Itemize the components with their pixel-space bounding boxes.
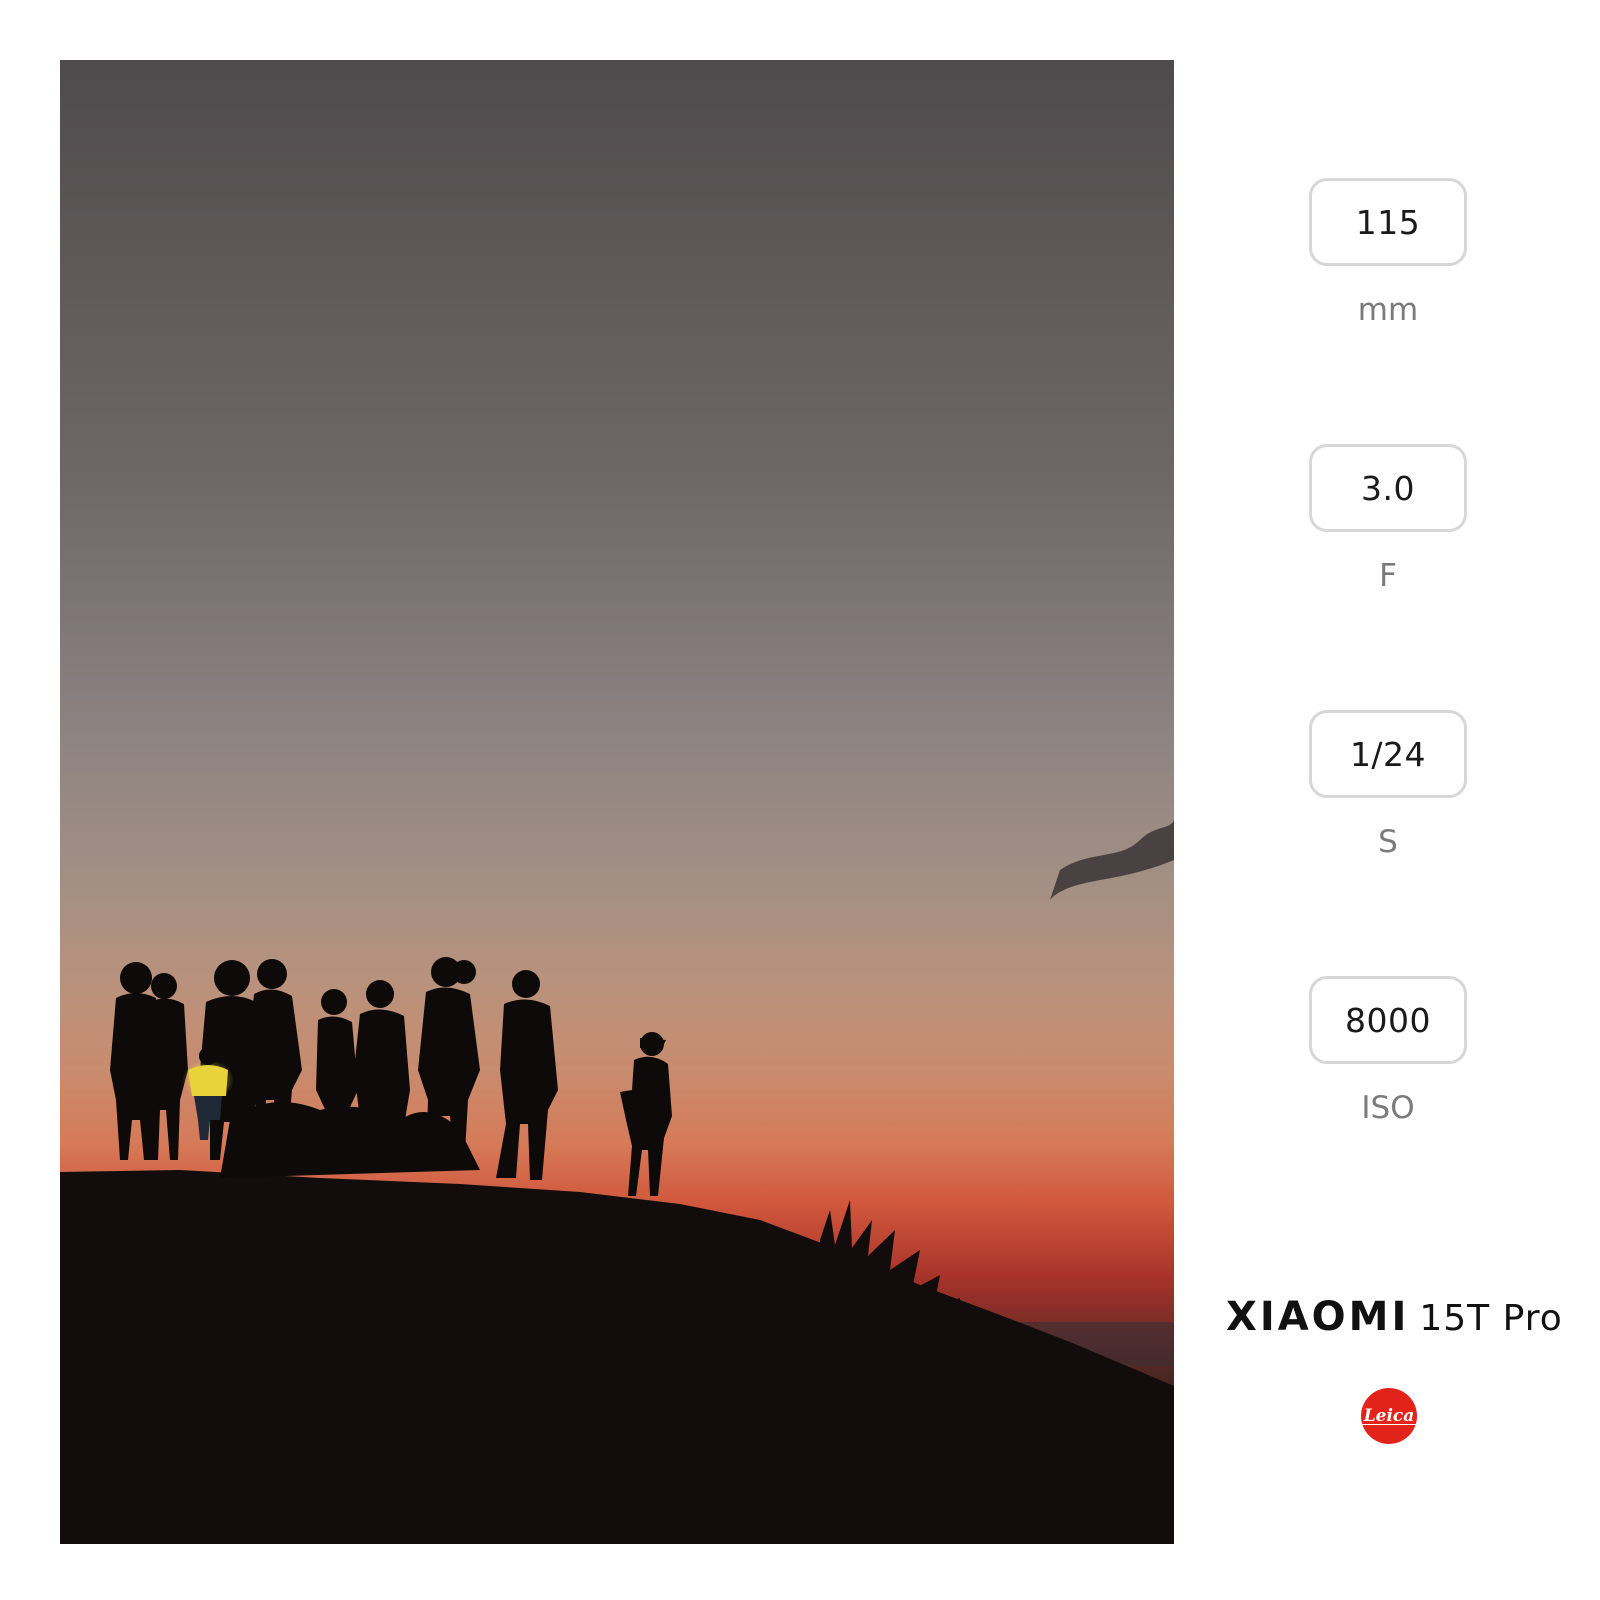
leica-logo-text: Leica (1361, 1406, 1416, 1426)
iso-value: 8000 (1309, 976, 1467, 1064)
shutter-value: 1/24 (1309, 710, 1467, 798)
leica-logo-icon: Leica (1361, 1388, 1417, 1444)
iso-unit: ISO (1361, 1090, 1415, 1126)
child-yellow-shirt (188, 1065, 228, 1096)
shutter-stat: 1/24 S (1309, 710, 1469, 860)
focal-length-unit: mm (1357, 292, 1419, 328)
exif-panel: 115 mm 3.0 F 1/24 S 8000 ISO XIAOMI 15T P… (1226, 0, 1562, 1600)
aperture-stat: 3.0 F (1309, 444, 1469, 594)
brand-name: XIAOMI (1226, 1294, 1410, 1340)
brand-model: 15T Pro (1419, 1298, 1563, 1339)
focal-length-stat: 115 mm (1309, 178, 1469, 328)
photo (60, 60, 1174, 1544)
aperture-value: 3.0 (1309, 444, 1467, 532)
focal-length-value: 115 (1309, 178, 1467, 266)
iso-stat: 8000 ISO (1309, 976, 1469, 1126)
shutter-unit: S (1378, 824, 1398, 860)
photo-card: 115 mm 3.0 F 1/24 S 8000 ISO XIAOMI 15T P… (0, 0, 1600, 1600)
child-head (199, 1047, 217, 1065)
camera-brand: XIAOMI 15T Pro (1226, 1294, 1562, 1340)
aperture-unit: F (1379, 558, 1397, 594)
